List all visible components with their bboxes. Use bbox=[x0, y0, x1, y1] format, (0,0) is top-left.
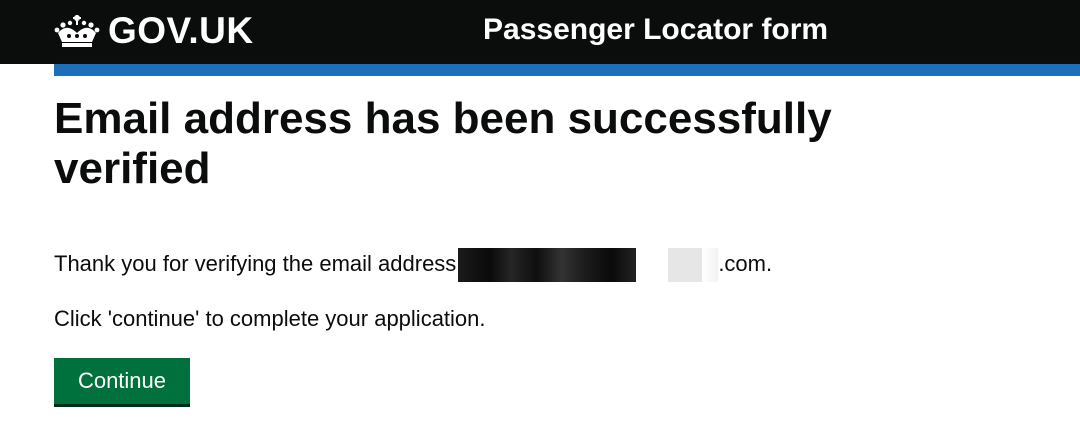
instruction-text: Click 'continue' to complete your applic… bbox=[54, 306, 486, 331]
redaction-gap bbox=[636, 248, 668, 282]
header-accent-bar bbox=[54, 64, 1080, 76]
email-suffix: .com bbox=[718, 250, 766, 276]
thanks-text: Thank you for verifying the email addres… bbox=[54, 250, 457, 276]
redacted-email-fragment bbox=[668, 248, 703, 282]
redacted-email-block bbox=[458, 248, 637, 282]
govuk-logo-link[interactable]: GOV.UK bbox=[54, 10, 254, 52]
crown-icon bbox=[54, 15, 100, 47]
site-header: GOV.UK Passenger Locator form bbox=[0, 0, 1080, 64]
logo-text: GOV.UK bbox=[108, 10, 254, 51]
continue-button[interactable]: Continue bbox=[54, 358, 190, 404]
sentence-period: . bbox=[766, 250, 773, 276]
page-title: Email address has been successfully veri… bbox=[54, 94, 832, 193]
redacted-email-fade bbox=[702, 248, 719, 282]
verification-message: Thank you for verifying the email addres… bbox=[54, 248, 772, 282]
service-name-link[interactable]: Passenger Locator form bbox=[483, 12, 828, 48]
